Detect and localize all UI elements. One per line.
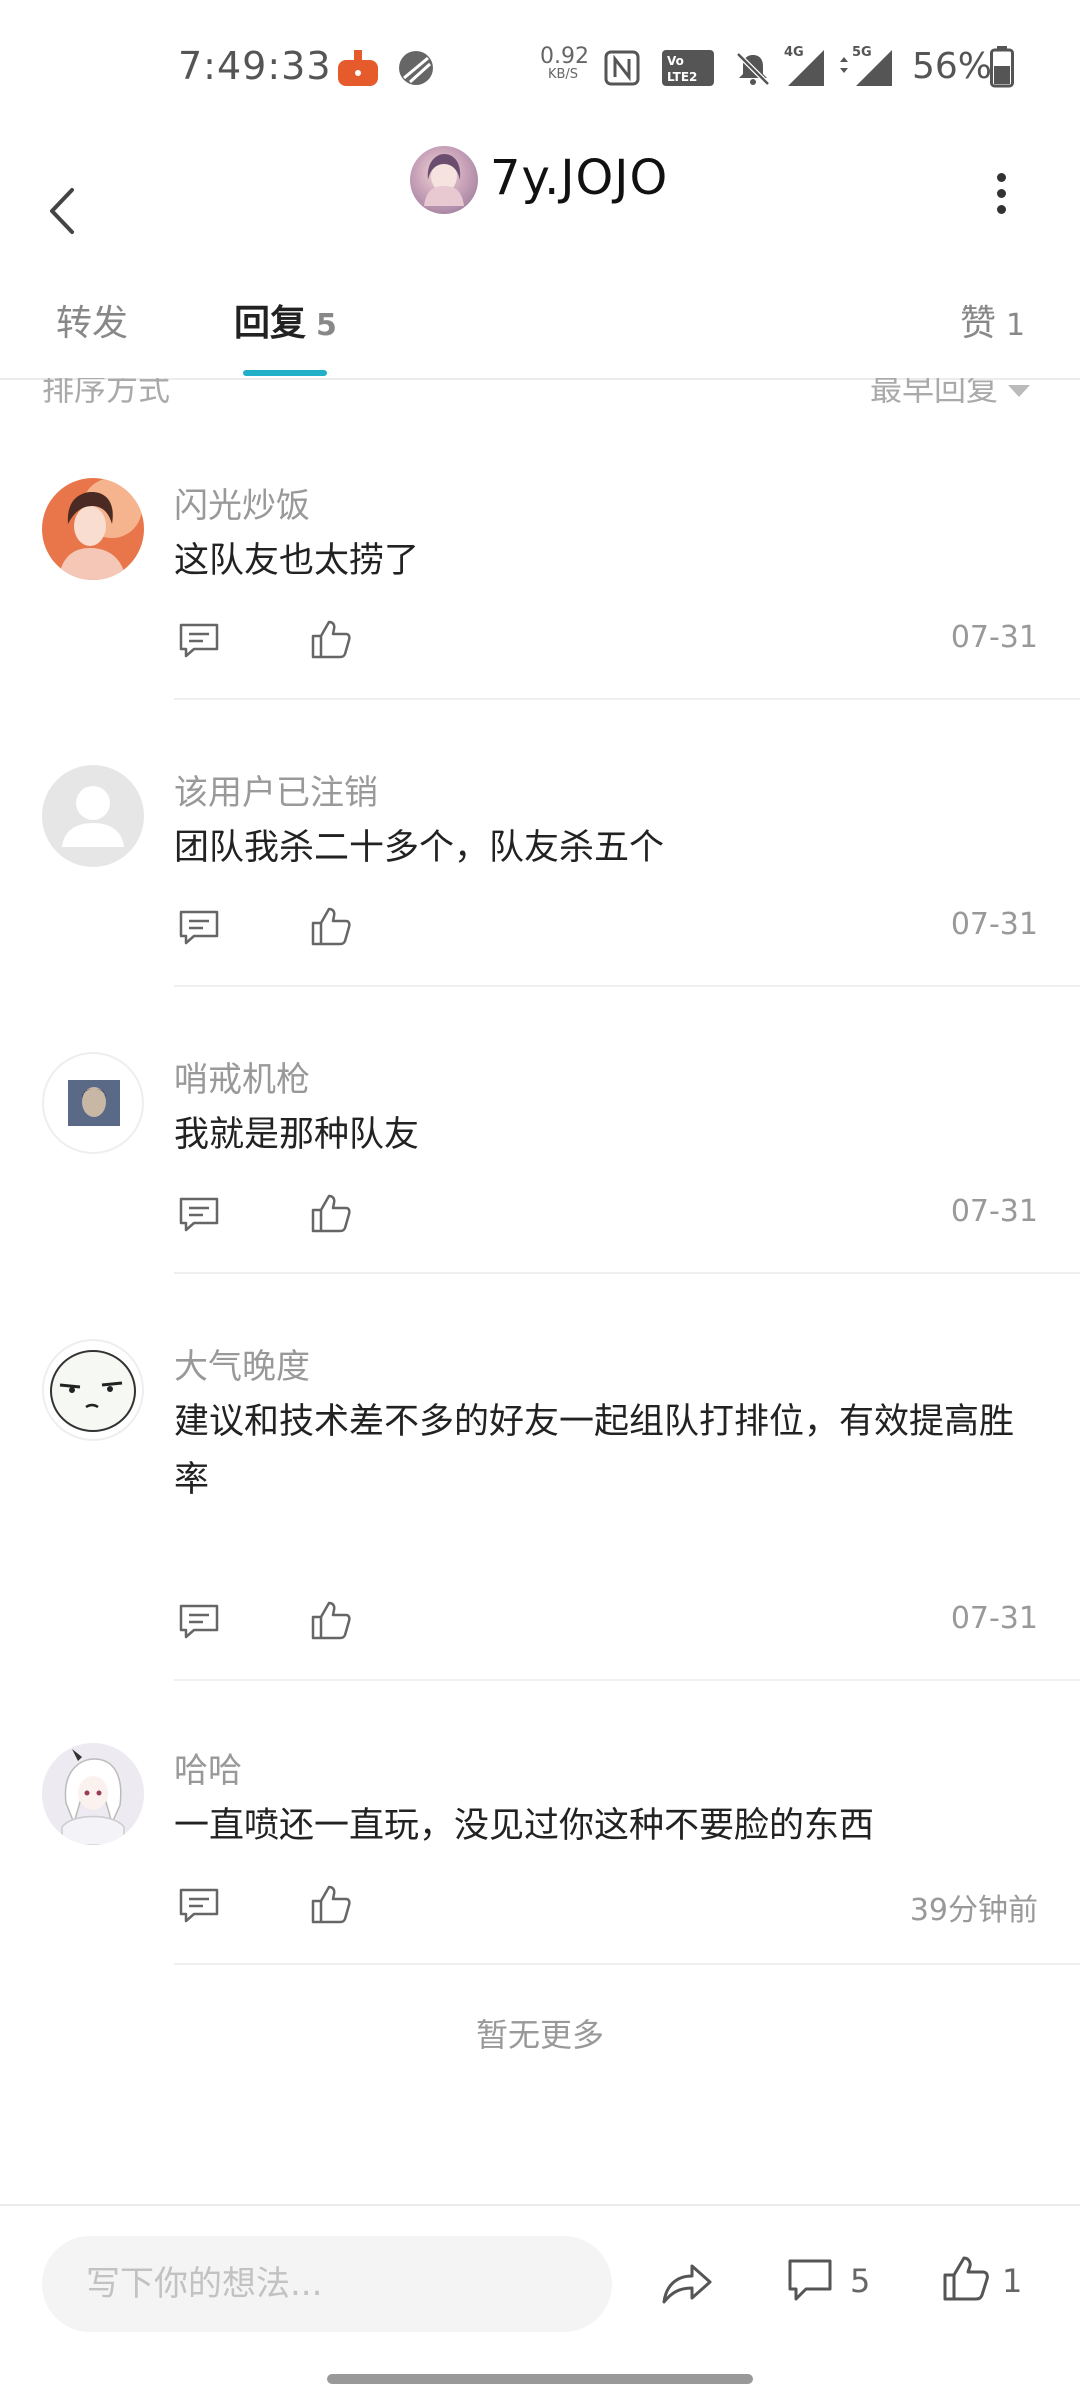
bottom-action-bar: 5 1 xyxy=(0,2204,1080,2356)
commenter-avatar[interactable] xyxy=(42,1743,144,1845)
comment-date: 07-31 xyxy=(950,1601,1038,1636)
comment-text: 团队我杀二十多个，队友杀五个 xyxy=(174,828,665,868)
svg-text:LTE2: LTE2 xyxy=(667,70,697,84)
svg-text:Vo: Vo xyxy=(667,54,684,68)
comment-actions: 07-31 xyxy=(174,616,1038,666)
volte-icon: Vo LTE2 xyxy=(662,50,714,90)
thumbs-up-icon[interactable] xyxy=(310,1599,352,1641)
reply-icon[interactable] xyxy=(178,1196,220,1234)
divider xyxy=(174,1272,1080,1274)
commenter-name[interactable]: 哈哈 xyxy=(174,1743,242,1792)
comment-date: 07-31 xyxy=(950,1194,1038,1229)
thumbs-up-icon[interactable] xyxy=(310,618,352,660)
commenter-avatar[interactable] xyxy=(42,1052,144,1154)
network-speed: 0.92 KB/S xyxy=(540,44,589,82)
tab-likes-count: 1 xyxy=(1006,308,1026,343)
comment-date: 07-31 xyxy=(950,907,1038,942)
divider xyxy=(174,1963,1080,1965)
thumbs-up-icon[interactable] xyxy=(942,2254,990,2302)
more-options-button[interactable] xyxy=(986,166,1016,256)
thumbs-up-icon[interactable] xyxy=(310,1192,352,1234)
more-dot-icon xyxy=(996,173,1006,182)
home-indicator[interactable] xyxy=(327,2374,753,2384)
comment-date: 07-31 xyxy=(950,620,1038,655)
chevron-left-icon xyxy=(50,188,74,234)
app-notification-icon xyxy=(336,46,380,94)
comment-date: 39分钟前 xyxy=(909,1893,1038,1928)
avatar-portrait-icon xyxy=(42,478,144,580)
network-4g-label: 4G xyxy=(784,45,804,60)
battery-percent: 56% xyxy=(912,46,993,87)
thumbs-up-icon[interactable] xyxy=(310,905,352,947)
blocked-icon xyxy=(396,48,436,92)
tab-likes-label: 赞 xyxy=(960,303,997,344)
comment-actions: 07-31 xyxy=(174,903,1038,953)
active-tab-indicator xyxy=(243,370,327,376)
comment-actions: 07-31 xyxy=(174,1190,1038,1240)
reply-icon[interactable] xyxy=(178,1603,220,1641)
reply-icon[interactable] xyxy=(178,622,220,660)
comment-count: 5 xyxy=(850,2262,871,2300)
divider xyxy=(174,985,1080,987)
tab-bar: 转发 回复 5 赞1 xyxy=(0,280,1080,380)
cartoon-face-icon xyxy=(50,1350,136,1432)
default-user-icon xyxy=(62,786,124,847)
speed-value: 0.92 xyxy=(540,44,589,69)
comment-input[interactable] xyxy=(42,2236,612,2332)
status-time: 7:49:33 xyxy=(178,44,332,88)
comment-text: 建议和技术差不多的好友一起组队打排位，有效提高胜率 xyxy=(174,1402,1015,1500)
comment-text: 一直喷还一直玩，没见过你这种不要脸的东西 xyxy=(174,1806,875,1846)
commenter-avatar[interactable] xyxy=(42,1339,144,1441)
comment-actions: 39分钟前 xyxy=(174,1881,1038,1931)
speed-unit: KB/S xyxy=(547,67,579,82)
more-dot-icon xyxy=(996,189,1006,198)
commenter-name[interactable]: 大气晚度 xyxy=(174,1339,310,1388)
mute-icon xyxy=(734,50,772,92)
top-header: 7y.JOJO xyxy=(0,140,1080,280)
end-of-list-note: 暂无更多 xyxy=(475,2016,604,2054)
dropdown-arrow-icon xyxy=(1008,385,1030,397)
avatar-anime-icon xyxy=(42,1743,144,1845)
share-icon[interactable] xyxy=(660,2258,714,2308)
tab-replies-count: 5 xyxy=(316,308,337,343)
status-bar: 7:49:33 0.92 KB/S Vo LTE2 4G 5G 56% xyxy=(0,0,1080,140)
comment-text: 我就是那种队友 xyxy=(174,1115,420,1155)
divider xyxy=(174,1679,1080,1681)
commenter-name[interactable]: 该用户已注销 xyxy=(174,765,378,814)
tab-forward[interactable]: 转发 xyxy=(56,294,128,346)
like-count: 1 xyxy=(1002,2262,1023,2300)
tab-replies-label: 回复 xyxy=(234,303,307,344)
commenter-name[interactable]: 哨戒机枪 xyxy=(174,1052,310,1101)
tab-likes[interactable]: 赞1 xyxy=(960,294,1025,346)
commenter-avatar[interactable] xyxy=(42,478,144,580)
tab-forward-label: 转发 xyxy=(56,303,129,344)
reply-icon[interactable] xyxy=(178,909,220,947)
sort-label: 排序方式 xyxy=(42,378,171,408)
sort-value: 最早回复 xyxy=(869,378,998,408)
avatar-photo-icon xyxy=(68,1080,120,1126)
comment-icon[interactable] xyxy=(786,2256,834,2304)
battery-icon xyxy=(990,46,1014,92)
signal-4g-icon: 4G xyxy=(784,44,826,92)
signal-5g-icon: 5G xyxy=(836,44,896,92)
reply-icon[interactable] xyxy=(178,1887,220,1925)
more-dot-icon xyxy=(996,205,1006,214)
sort-dropdown[interactable]: 最早回复 xyxy=(870,378,1030,408)
thumbs-up-icon[interactable] xyxy=(310,1883,352,1925)
comment-text: 这队友也太捞了 xyxy=(174,541,420,581)
avatar-portrait-icon xyxy=(424,154,464,206)
back-button[interactable] xyxy=(40,176,84,246)
tab-replies[interactable]: 回复 5 xyxy=(234,294,337,346)
divider xyxy=(174,698,1080,700)
commenter-name[interactable]: 闪光炒饭 xyxy=(174,478,310,527)
author-avatar[interactable] xyxy=(410,146,478,214)
commenter-avatar[interactable] xyxy=(42,765,144,867)
comment-actions: 07-31 xyxy=(174,1597,1038,1647)
sort-bar: 排序方式 最早回复 xyxy=(0,378,1080,408)
nfc-icon xyxy=(604,50,640,90)
network-5g-label: 5G xyxy=(852,45,872,60)
page-title[interactable]: 7y.JOJO xyxy=(490,150,668,206)
